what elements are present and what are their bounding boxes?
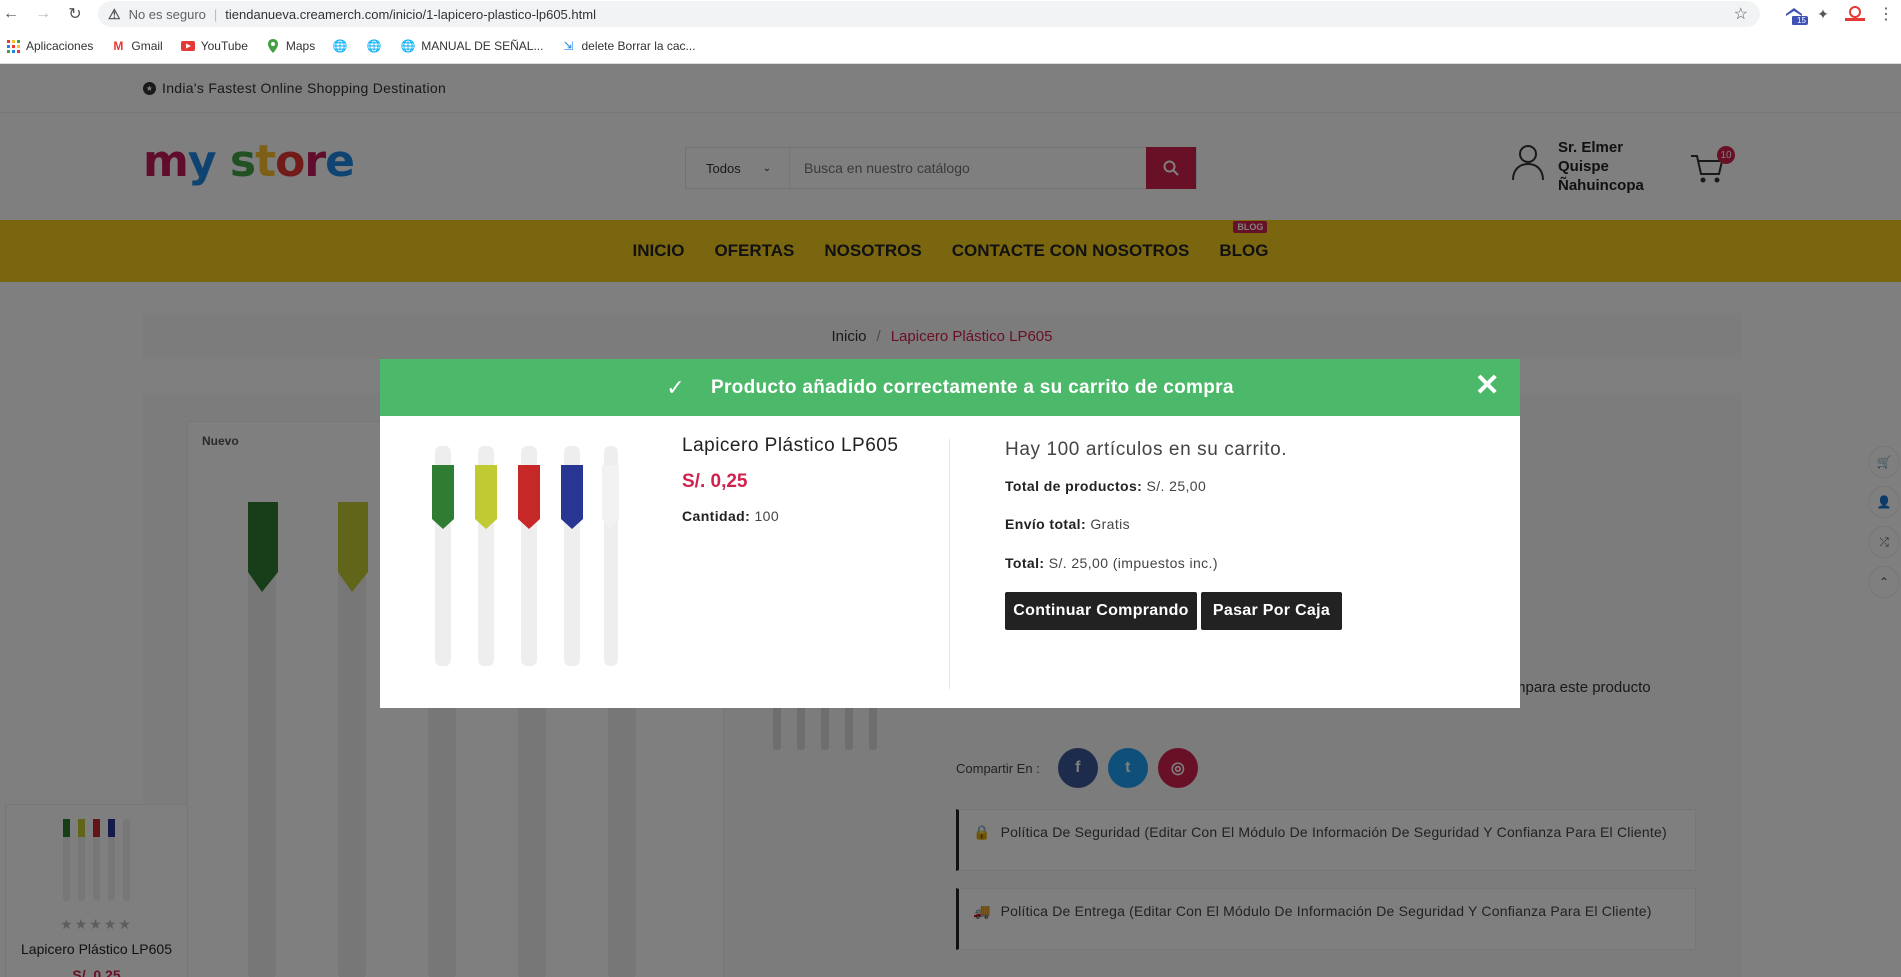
globe-icon: 🌐: [366, 39, 382, 53]
bookmark-globe-2[interactable]: 🌐: [367, 39, 387, 53]
reload-icon[interactable]: ↻: [64, 3, 86, 25]
bookmark-apps[interactable]: Aplicaciones: [6, 39, 93, 53]
modal-product-name: Lapicero Plástico LP605: [682, 435, 899, 456]
modal-title: Producto añadido correctamente a su carr…: [711, 376, 1234, 398]
modal-divider: [949, 439, 950, 689]
bookmark-manual[interactable]: 🌐 MANUAL DE SEÑAL...: [400, 39, 544, 53]
bookmark-label: YouTube: [200, 39, 248, 53]
bookmark-gmail[interactable]: M Gmail: [111, 39, 162, 53]
bookmarks-bar: Aplicaciones M Gmail YouTube Maps 🌐 🌐 🌐 …: [0, 29, 1901, 64]
back-icon[interactable]: ←: [0, 3, 22, 25]
bookmark-label: Aplicaciones: [26, 39, 94, 53]
quantity-label: Cantidad:: [682, 508, 751, 524]
bookmark-label: Gmail: [131, 39, 163, 53]
apps-grid-icon: [6, 39, 20, 53]
shipping-label: Envío total:: [1005, 516, 1087, 532]
total-value: S/. 25,00 (impuestos inc.): [1048, 555, 1218, 571]
url-text: tiendanueva.creamerch.com/inicio/1-lapic…: [225, 6, 596, 22]
total-row: Total: S/. 25,00 (impuestos inc.): [1005, 555, 1218, 571]
extension-badge: 15: [1795, 16, 1808, 25]
forward-icon[interactable]: →: [32, 3, 54, 25]
modal-header: ✓ Producto añadido correctamente a su ca…: [380, 359, 1520, 416]
shipping-row: Envío total: Gratis: [1005, 516, 1130, 532]
address-bar[interactable]: ⚠ No es seguro | tiendanueva.creamerch.c…: [98, 1, 1760, 27]
quantity-value: 100: [754, 508, 780, 524]
add-to-cart-modal: ✓ Producto añadido correctamente a su ca…: [380, 359, 1520, 708]
security-label: No es seguro: [128, 6, 206, 22]
shipping-value: Gratis: [1090, 516, 1131, 532]
menu-kebab-icon[interactable]: ⋮: [1878, 4, 1894, 24]
continue-shopping-button[interactable]: Continuar Comprando: [1005, 592, 1197, 630]
bookmark-label: MANUAL DE SEÑAL...: [421, 39, 544, 53]
globe-icon: 🌐: [400, 39, 416, 53]
checkout-button[interactable]: Pasar Por Caja: [1201, 592, 1342, 630]
total-products-label: Total de productos:: [1005, 478, 1143, 494]
bookmark-delete[interactable]: ⇲ delete Borrar la cac...: [561, 39, 695, 53]
link-icon: ⇲: [563, 39, 574, 53]
profile-logo-icon[interactable]: [1840, 4, 1870, 24]
warning-icon: ⚠: [108, 5, 121, 22]
check-icon: ✓: [666, 374, 686, 400]
modal-product-image: [420, 441, 620, 671]
bookmark-star-icon[interactable]: ☆: [1734, 4, 1748, 24]
total-products-row: Total de productos: S/. 25,00: [1005, 478, 1206, 494]
modal-quantity: Cantidad: 100: [682, 508, 779, 524]
total-products-value: S/. 25,00: [1146, 478, 1207, 494]
gmail-icon: M: [113, 39, 124, 53]
puzzle-icon[interactable]: ✦: [1813, 4, 1833, 24]
globe-icon: 🌐: [332, 39, 348, 53]
maps-pin-icon: [266, 39, 280, 53]
browser-toolbar: ← → ↻ ⚠ No es seguro | tiendanueva.cream…: [0, 0, 1901, 29]
bookmark-maps[interactable]: Maps: [266, 39, 315, 53]
cart-count-text: Hay 100 artículos en su carrito.: [1005, 439, 1288, 460]
bookmark-youtube[interactable]: YouTube: [180, 39, 248, 53]
total-label: Total:: [1005, 555, 1045, 571]
bookmark-globe-1[interactable]: 🌐: [333, 39, 353, 53]
bookmark-label: delete Borrar la cac...: [581, 39, 696, 53]
address-separator: |: [213, 6, 218, 22]
youtube-icon: [180, 39, 195, 53]
close-icon[interactable]: ✕: [1475, 371, 1500, 401]
extension-icon[interactable]: 15: [1783, 4, 1808, 26]
modal-product-price: S/. 0,25: [682, 471, 748, 492]
bookmark-label: Maps: [285, 39, 316, 53]
